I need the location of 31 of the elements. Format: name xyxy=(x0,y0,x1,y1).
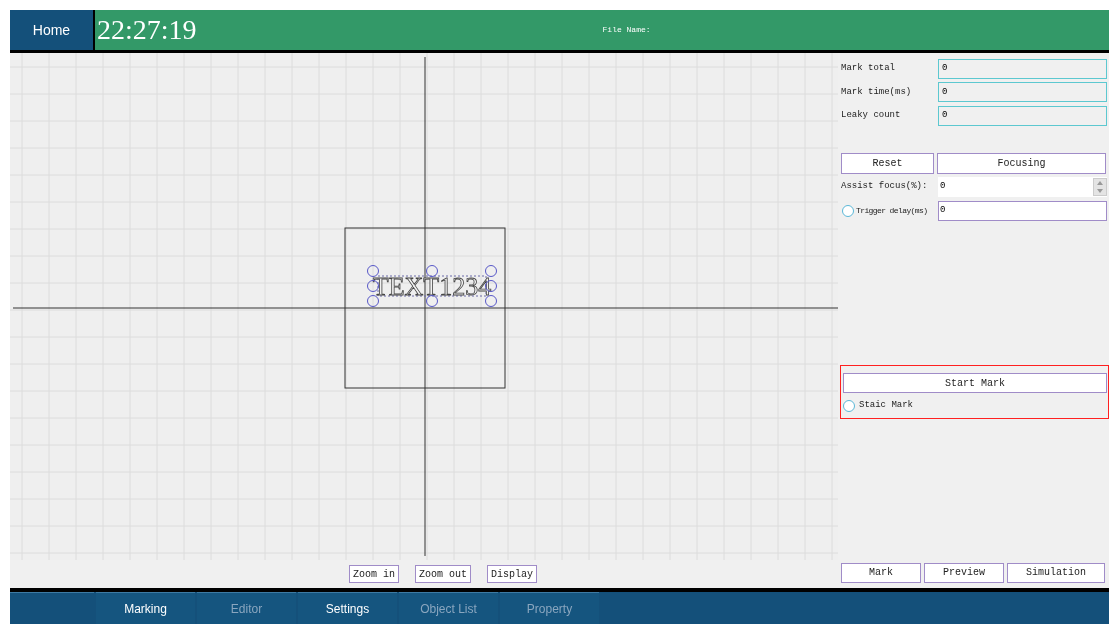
canvas-text-object[interactable]: TEXT1234 xyxy=(372,272,492,301)
file-name-label: File Name: xyxy=(602,24,651,36)
action-button[interactable]: Mark xyxy=(841,562,921,583)
static-mark-label: Staic Mark xyxy=(859,399,913,412)
home-button[interactable]: Home xyxy=(10,10,95,50)
zoom-button[interactable]: Zoom out xyxy=(415,565,472,583)
assist-focus-label: Assist focus(%): xyxy=(841,179,929,193)
radio-button[interactable] xyxy=(843,399,855,412)
radio-button[interactable] xyxy=(842,204,854,217)
action-button[interactable]: Simulation xyxy=(1007,562,1105,583)
trigger-delay-field[interactable]: 0 xyxy=(938,200,1107,221)
start-mark-button[interactable]: Start Mark xyxy=(843,373,1107,393)
trigger-delay-label: Trigger delay(ms) xyxy=(856,204,928,217)
action-button[interactable]: Preview xyxy=(924,562,1004,583)
nav-tab[interactable]: Marking xyxy=(96,592,195,624)
stat-label: Leaky count xyxy=(841,109,902,122)
zoom-button[interactable]: Zoom in xyxy=(349,565,399,583)
assist-focus-spinbox[interactable]: 0 xyxy=(938,176,1107,197)
spin-arrows-icon[interactable] xyxy=(1093,177,1107,196)
focusing-button[interactable]: Focusing xyxy=(937,152,1106,174)
stat-field: 0 xyxy=(938,82,1107,103)
clock-text: 22:27:19 xyxy=(97,16,197,44)
stat-field: 0 xyxy=(938,105,1107,126)
canvas-area[interactable]: TEXT1234 xyxy=(10,53,838,560)
resize-handles[interactable] xyxy=(367,265,497,307)
stat-label: Mark time(ms) xyxy=(841,85,913,99)
stat-label: Mark total xyxy=(841,62,896,75)
stat-field: 0 xyxy=(938,58,1107,79)
nav-tab[interactable]: Settings xyxy=(298,592,397,624)
zoom-button[interactable]: Display xyxy=(487,565,538,583)
reset-button[interactable]: Reset xyxy=(841,152,934,174)
